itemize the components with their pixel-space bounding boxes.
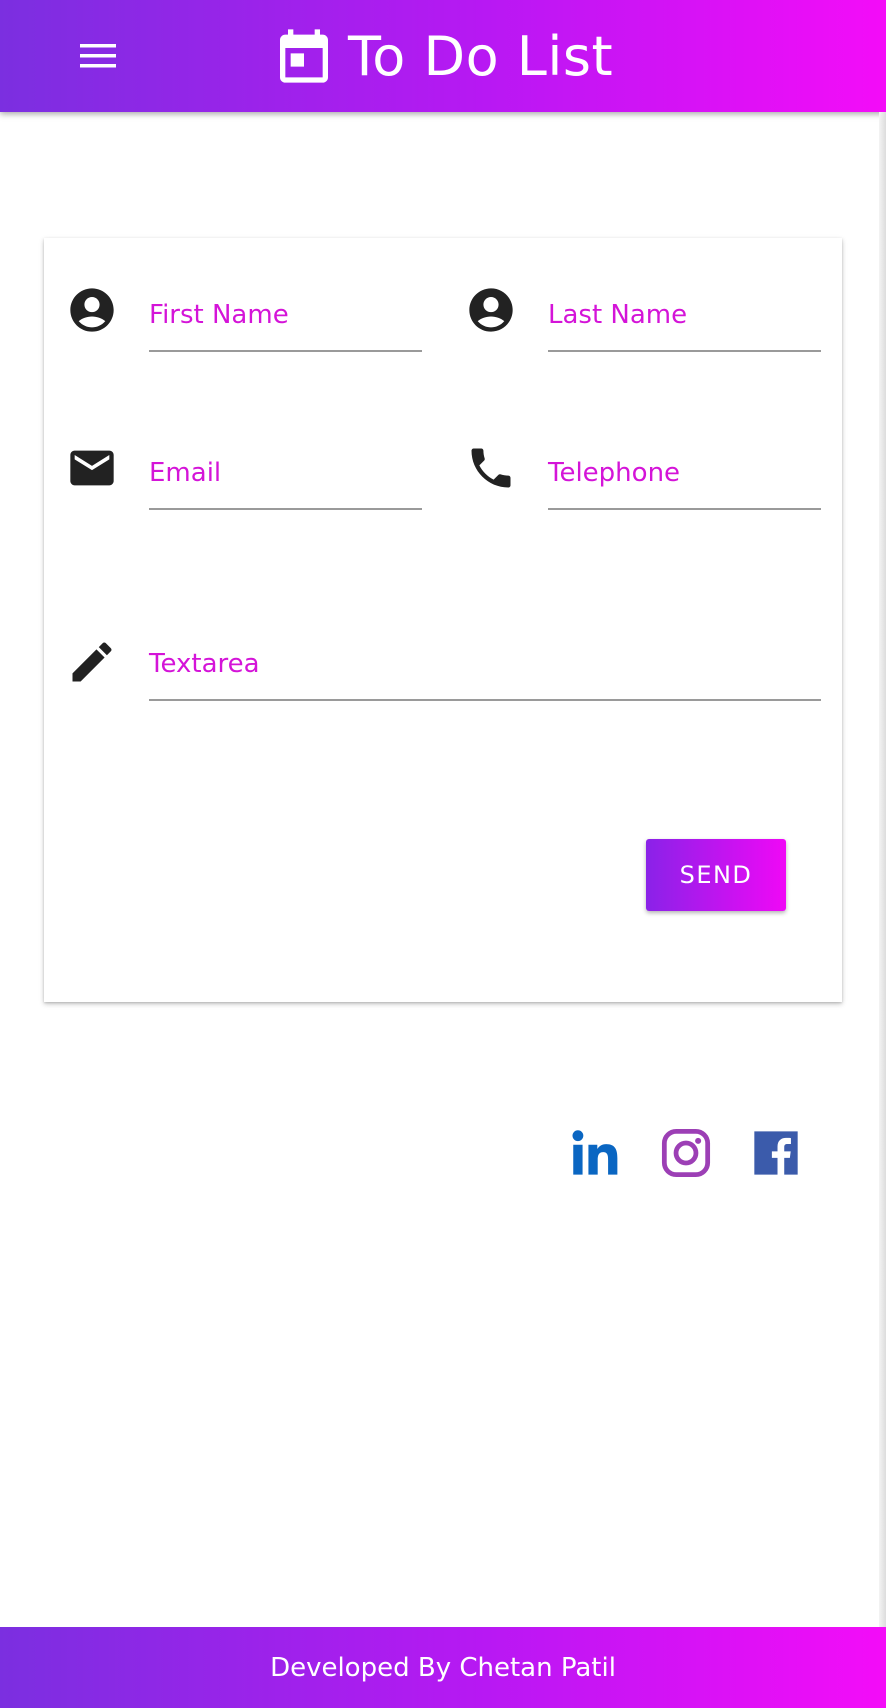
scrollbar-edge xyxy=(879,112,886,1627)
telephone-field[interactable]: Telephone xyxy=(548,454,821,510)
email-icon xyxy=(70,450,114,486)
app-title: To Do List xyxy=(348,24,614,88)
last-name-field[interactable]: Last Name xyxy=(548,296,821,352)
menu-button[interactable] xyxy=(72,30,124,82)
telephone-label: Telephone xyxy=(548,458,681,488)
account-circle-icon xyxy=(70,288,114,332)
phone-icon xyxy=(471,448,511,488)
send-button[interactable]: SEND xyxy=(646,839,786,911)
last-name-label: Last Name xyxy=(548,300,688,330)
footer-credit: Developed By Chetan Patil xyxy=(270,1652,616,1683)
email-field[interactable]: Email xyxy=(149,454,422,510)
app-brand[interactable]: To Do List xyxy=(272,20,613,92)
calendar-today-icon xyxy=(280,29,328,83)
contact-form-card: SEND xyxy=(44,238,842,1002)
menu-icon xyxy=(80,44,116,68)
first-name-field[interactable]: First Name xyxy=(149,296,422,352)
footer: Developed By Chetan Patil xyxy=(0,1627,886,1708)
facebook-icon[interactable] xyxy=(750,1127,802,1179)
instagram-icon[interactable] xyxy=(660,1127,712,1179)
linkedin-icon[interactable] xyxy=(570,1127,622,1179)
first-name-label: First Name xyxy=(149,300,289,330)
pencil-icon xyxy=(72,642,112,682)
textarea-field[interactable]: Textarea xyxy=(149,645,821,701)
app-bar: To Do List xyxy=(0,0,886,112)
email-label: Email xyxy=(149,458,222,488)
page: To Do List SEND First Name Last Name Ema… xyxy=(0,0,886,1708)
textarea-label: Textarea xyxy=(149,649,260,679)
account-circle-icon xyxy=(469,288,513,332)
